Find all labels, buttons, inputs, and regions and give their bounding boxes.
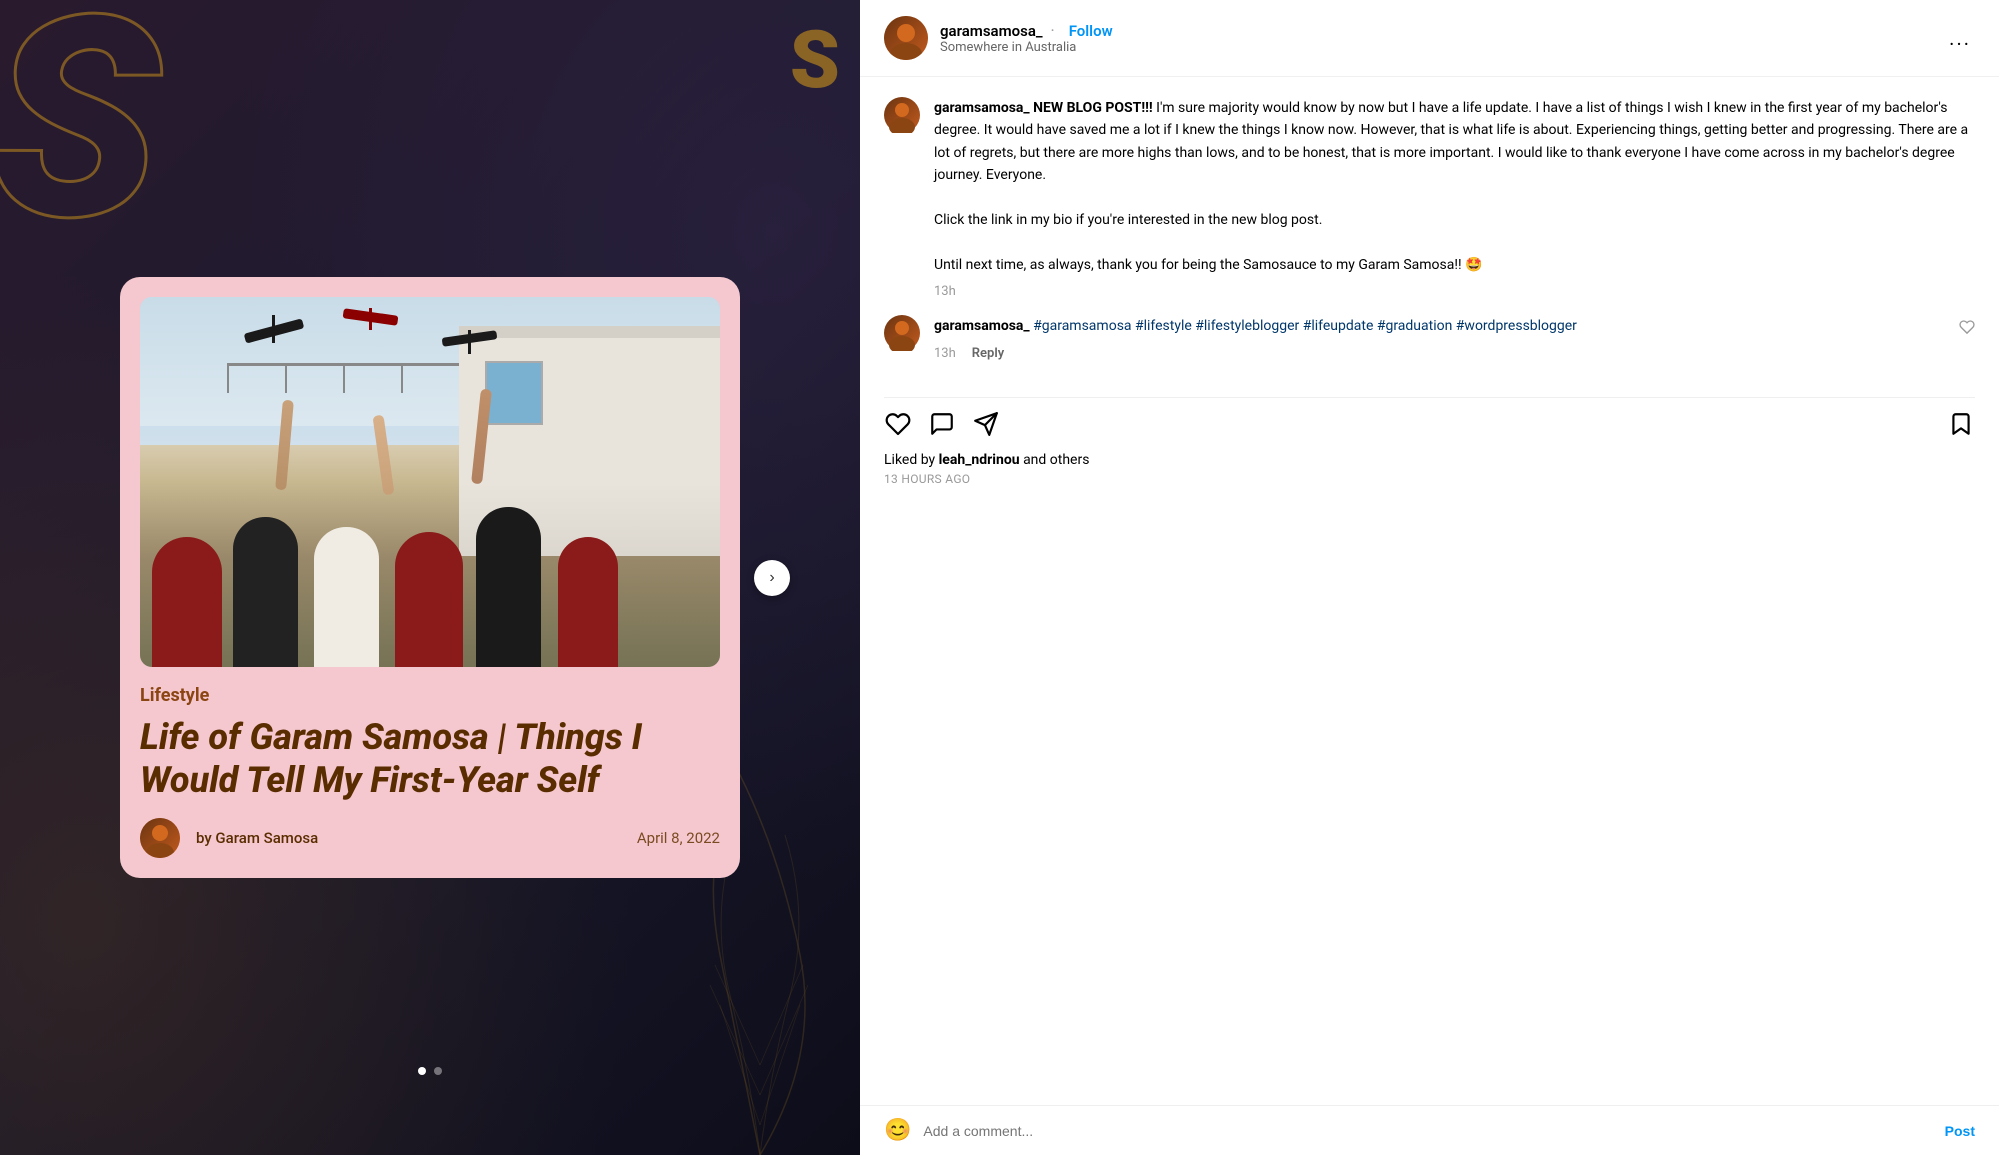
post-date: April 8, 2022 (637, 829, 720, 847)
hashtag-like-button[interactable] (1959, 319, 1975, 360)
caption-row: garamsamosa_ NEW BLOG POST!!! I'm sure m… (884, 97, 1975, 299)
like-button[interactable] (884, 410, 912, 438)
reply-button[interactable]: Reply (972, 346, 1004, 361)
caption-avatar[interactable] (884, 97, 920, 133)
hashtag-text: garamsamosa_ #garamsamosa #lifestyle #li… (934, 318, 1577, 334)
hashtag-tags: #garamsamosa #lifestyle #lifestyleblogge… (1033, 318, 1577, 334)
more-options-button[interactable]: ... (1945, 22, 1975, 54)
avatar-image (884, 16, 928, 60)
caption-text: garamsamosa_ NEW BLOG POST!!! I'm sure m… (934, 100, 1968, 273)
carousel-next-button[interactable]: › (754, 560, 790, 596)
caption-section: garamsamosa_ NEW BLOG POST!!! I'm sure m… (860, 77, 1999, 397)
post-header: garamsamosa_ · Follow Somewhere in Austr… (860, 0, 1999, 77)
action-bar (860, 398, 1999, 450)
hashtag-time: 13h (934, 346, 956, 361)
carousel-dot-2[interactable] (434, 1067, 442, 1075)
likes-section: Liked by leah_ndrinou and others 13 HOUR… (860, 450, 1999, 494)
caption-para3: Until next time, as always, thank you fo… (934, 257, 1482, 273)
left-panel: S S (0, 0, 860, 1155)
profile-avatar[interactable] (884, 16, 928, 60)
and-others-label: and others (1023, 452, 1089, 468)
post-card-image (140, 297, 720, 667)
hashtag-body: garamsamosa_ #garamsamosa #lifestyle #li… (934, 315, 1929, 360)
header-location: Somewhere in Australia (940, 40, 1945, 55)
share-button[interactable] (972, 410, 1000, 438)
header-username[interactable]: garamsamosa_ (940, 22, 1043, 40)
carousel-dots (418, 1067, 442, 1075)
post-comment-button[interactable]: Post (1945, 1123, 1975, 1139)
comment-input-row: 😊 Post (860, 1105, 1999, 1155)
right-panel: garamsamosa_ · Follow Somewhere in Austr… (860, 0, 1999, 1155)
liked-by-label: Liked by (884, 452, 935, 468)
hashtag-comment-row: garamsamosa_ #garamsamosa #lifestyle #li… (884, 315, 1975, 360)
comment-button[interactable] (928, 410, 956, 438)
caption-bold: NEW BLOG POST!!! (1033, 100, 1153, 116)
caption-username[interactable]: garamsamosa_ (934, 100, 1030, 116)
save-button[interactable] (1947, 410, 1975, 438)
arrow-label: › (769, 569, 774, 587)
follow-button[interactable]: Follow (1069, 22, 1113, 40)
comment-input[interactable] (923, 1123, 1944, 1139)
hashtag-footer: 13h Reply (934, 346, 1929, 361)
post-title: Life of Garam Samosa | Things I Would Te… (140, 716, 720, 802)
likes-text: Liked by leah_ndrinou and others (884, 452, 1975, 468)
post-meta: by Garam Samosa April 8, 2022 (140, 818, 720, 858)
hashtag-username[interactable]: garamsamosa_ (934, 318, 1030, 334)
blog-post-card: Lifestyle Life of Garam Samosa | Things … (120, 277, 740, 878)
post-time-ago: 13 HOURS AGO (884, 472, 1975, 486)
carousel-dot-1[interactable] (418, 1067, 426, 1075)
author-avatar (140, 818, 180, 858)
post-category: Lifestyle (140, 685, 720, 706)
caption-time: 13h (934, 284, 1975, 299)
hashtag-avatar[interactable] (884, 315, 920, 351)
caption-para2: Click the link in my bio if you're inter… (934, 212, 1322, 228)
emoji-button[interactable]: 😊 (884, 1118, 911, 1143)
caption-body: garamsamosa_ NEW BLOG POST!!! I'm sure m… (934, 97, 1975, 299)
liked-by-user[interactable]: leah_ndrinou (939, 452, 1020, 468)
header-separator: · (1051, 21, 1055, 40)
header-username-row: garamsamosa_ · Follow (940, 21, 1945, 40)
header-user-info: garamsamosa_ · Follow Somewhere in Austr… (940, 21, 1945, 55)
decorative-gold-text: S (790, 20, 840, 100)
decorative-s: S (0, 0, 160, 260)
author-name: by Garam Samosa (196, 829, 318, 847)
